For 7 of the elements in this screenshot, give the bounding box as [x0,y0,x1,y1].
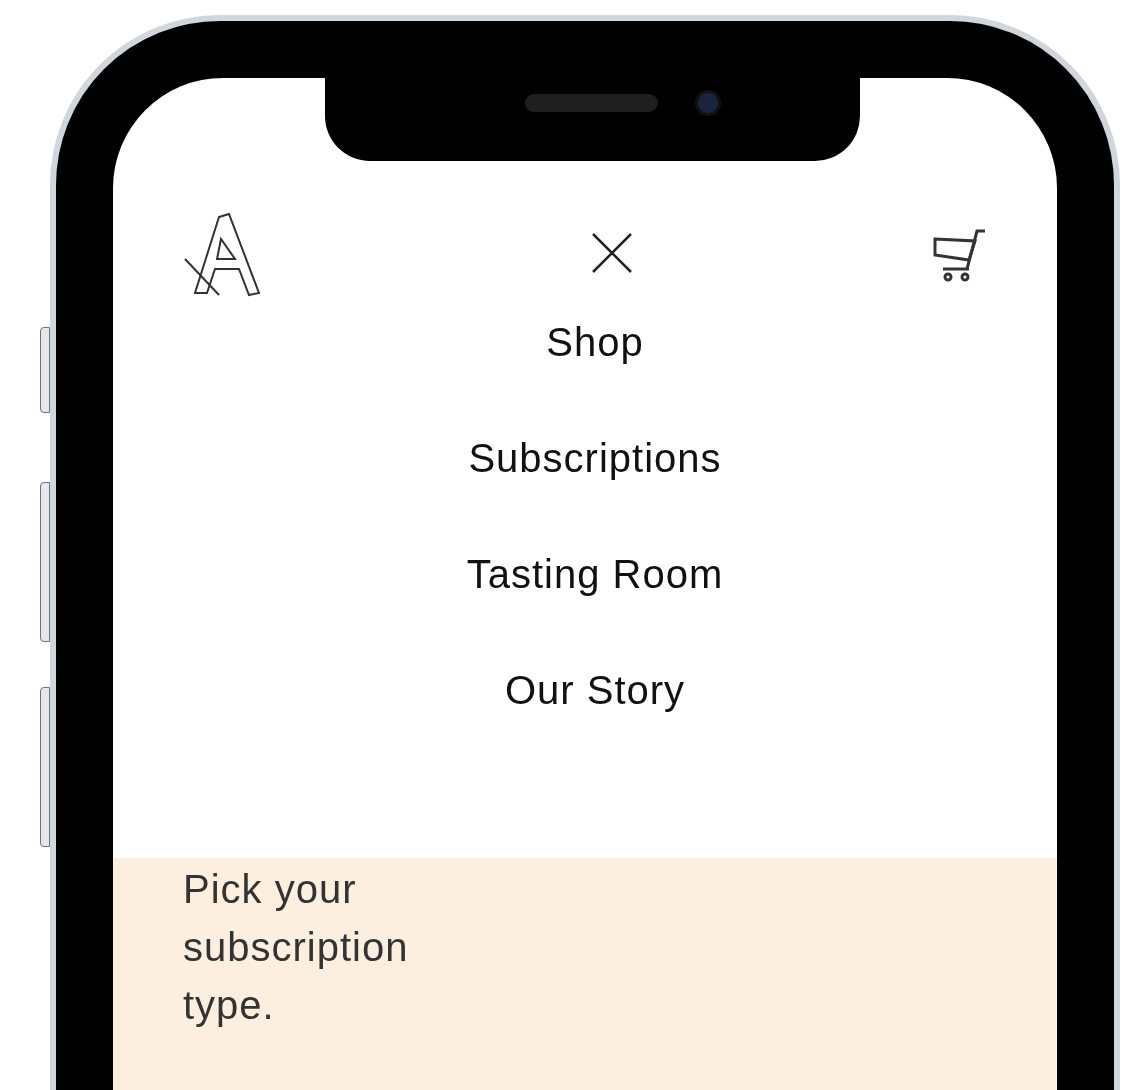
hero-heading: Pick your subscription type. [183,866,410,1029]
close-icon[interactable] [590,231,634,275]
camera-lens [695,90,721,116]
menu-link[interactable]: Subscriptions [468,434,722,482]
menu-link[interactable]: Tasting Room [466,550,724,598]
menu-link[interactable]: Our Story [504,666,686,714]
menu-link[interactable]: Shop [546,318,644,366]
